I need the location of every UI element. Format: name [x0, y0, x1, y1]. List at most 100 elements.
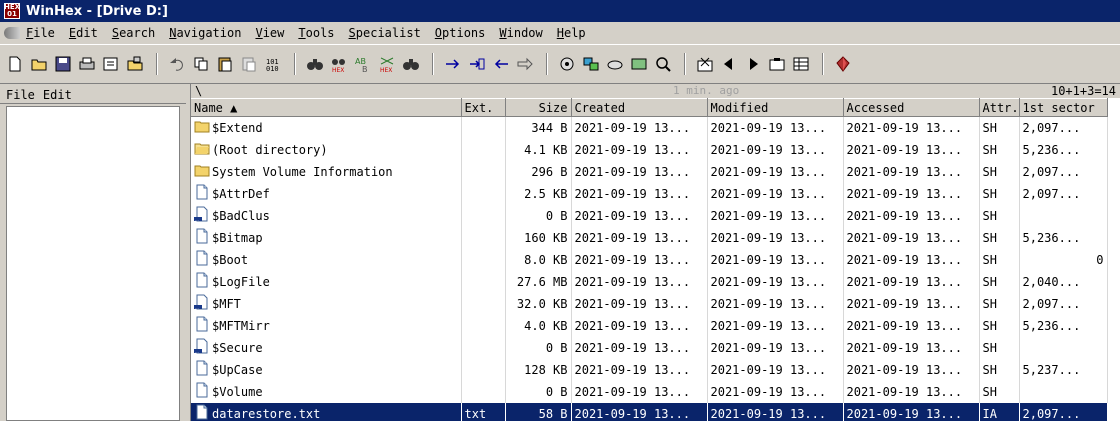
table-row[interactable]: ... $BadClus 0 B 2021-09-19 13... 2021-09-19… [191, 204, 1108, 227]
replace-hex-icon[interactable]: HEX [376, 53, 398, 75]
write-hex-icon[interactable]: 101 010 [262, 53, 284, 75]
menu-search[interactable]: Search [112, 26, 155, 40]
table-row[interactable]: datarestore.txt txt 58 B 2021-09-19 13... 20… [191, 402, 1108, 421]
paste-icon[interactable] [238, 53, 260, 75]
find-next-icon[interactable] [400, 53, 422, 75]
file-name-cell: $Boot [191, 248, 462, 271]
undo-icon[interactable] [166, 53, 188, 75]
analyze-icon[interactable] [694, 53, 716, 75]
help-gem-icon[interactable] [832, 53, 854, 75]
accessed-cell: 2021-09-19 13... [843, 182, 980, 205]
table-view-icon[interactable] [790, 53, 812, 75]
column-header-first-sector[interactable]: 1st sector [1019, 98, 1108, 117]
file-icon [194, 228, 212, 247]
table-row[interactable]: ... $Secure 0 B 2021-09-19 13... 2021-09-19 … [191, 336, 1108, 359]
menu-tools[interactable]: Tools [298, 26, 334, 40]
file-name-text: $Bitmap [212, 230, 263, 245]
goto-sector-icon[interactable] [466, 53, 488, 75]
calculator-icon[interactable] [628, 53, 650, 75]
file-name-text: datarestore.txt [212, 406, 321, 421]
column-header-created[interactable]: Created [571, 98, 708, 117]
column-header-attr[interactable]: Attr. [979, 98, 1020, 117]
attributes-cell: SH [979, 314, 1020, 337]
column-header-accessed[interactable]: Accessed [843, 98, 980, 117]
menu-file[interactable]: File [26, 26, 55, 40]
first-sector-cell: 5,236... [1019, 138, 1108, 161]
path-bar: \ 1 min. ago 10+1+3=14 [191, 84, 1120, 98]
menu-window[interactable]: Window [499, 26, 542, 40]
clipboard-icon[interactable] [214, 53, 236, 75]
find-hex-icon[interactable]: HEX [328, 53, 350, 75]
created-cell: 2021-09-19 13... [571, 182, 708, 205]
created-cell: 2021-09-19 13... [571, 380, 708, 403]
file-name-cell: $Bitmap [191, 226, 462, 249]
file-icon [194, 184, 212, 203]
accessed-cell: 2021-09-19 13... [843, 160, 980, 183]
file-name-cell: $LogFile [191, 270, 462, 293]
open-disk-icon[interactable] [124, 53, 146, 75]
file-name-text: (Root directory) [212, 142, 328, 157]
column-header-modified[interactable]: Modified [707, 98, 844, 117]
disk-tools-icon[interactable] [556, 53, 578, 75]
table-row[interactable]: $AttrDef 2.5 KB 2021-09-19 13... 2021-09-19… [191, 182, 1108, 205]
winhex-app-icon[interactable]: HEX 01 [4, 3, 20, 19]
menu-navigation[interactable]: Navigation [169, 26, 241, 40]
table-row[interactable]: System Volume Information 296 B 2021-09-19… [191, 160, 1108, 183]
table-row[interactable]: $Bitmap 160 KB 2021-09-19 13... 2021-09-19 … [191, 226, 1108, 249]
modified-cell: 2021-09-19 13... [707, 226, 844, 249]
magnifier-icon[interactable] [652, 53, 674, 75]
tree-menu-file[interactable]: File [6, 88, 35, 102]
directory-tree[interactable] [6, 106, 180, 421]
table-row[interactable]: $Volume 0 B 2021-09-19 13... 2021-09-19 13.… [191, 380, 1108, 403]
menu-options[interactable]: Options [435, 26, 486, 40]
find-text-icon[interactable] [304, 53, 326, 75]
svg-text:...: ... [195, 217, 199, 222]
file-name-cell: System Volume Information [191, 160, 462, 183]
clone-disk-icon[interactable] [580, 53, 602, 75]
copy-block-icon[interactable] [190, 53, 212, 75]
extension-cell [461, 182, 506, 205]
first-sector-cell: 2,040... [1019, 270, 1108, 293]
tree-menu-edit[interactable]: Edit [43, 88, 72, 102]
table-row[interactable]: $LogFile 27.6 MB 2021-09-19 13... 2021-09-1… [191, 270, 1108, 293]
snapshot-icon[interactable] [766, 53, 788, 75]
file-icon [194, 404, 212, 421]
open-folder-icon[interactable] [28, 53, 50, 75]
back-icon[interactable] [490, 53, 512, 75]
goto-offset-icon[interactable] [442, 53, 464, 75]
table-row[interactable]: ... $MFT 32.0 KB 2021-09-19 13... 2021-09-19… [191, 292, 1108, 315]
table-row[interactable]: $Boot 8.0 KB 2021-09-19 13... 2021-09-19 13… [191, 248, 1108, 271]
attributes-cell: SH [979, 292, 1020, 315]
table-row[interactable]: $MFTMirr 4.0 KB 2021-09-19 13... 2021-09-19… [191, 314, 1108, 337]
ram-editor-icon[interactable] [604, 53, 626, 75]
column-header-name[interactable]: Name ▲ [191, 98, 462, 117]
menu-view[interactable]: View [255, 26, 284, 40]
column-header-ext[interactable]: Ext. [461, 98, 506, 117]
accessed-cell: 2021-09-19 13... [843, 226, 980, 249]
column-header-size[interactable]: Size [505, 98, 572, 117]
replace-text-icon[interactable]: AB B [352, 53, 374, 75]
forward-icon[interactable] [514, 53, 536, 75]
file-name-wrapper: $MFTMirr [194, 316, 458, 335]
size-cell: 160 KB [505, 226, 572, 249]
previous-icon[interactable] [718, 53, 740, 75]
file-name-cell: datarestore.txt [191, 402, 462, 421]
next-icon[interactable] [742, 53, 764, 75]
toolbar-separator [294, 53, 296, 75]
save-icon[interactable] [52, 53, 74, 75]
file-name-text: $Extend [212, 120, 263, 135]
menu-edit[interactable]: Edit [69, 26, 98, 40]
table-row[interactable]: $Extend 344 B 2021-09-19 13... 2021-09-19 1… [191, 116, 1108, 139]
table-row[interactable]: (Root directory) 4.1 KB 2021-09-19 13... 20… [191, 138, 1108, 161]
new-file-icon[interactable] [4, 53, 26, 75]
properties-icon[interactable] [100, 53, 122, 75]
attributes-cell: SH [979, 116, 1020, 139]
first-sector-cell: 2,097... [1019, 182, 1108, 205]
first-sector-cell: 5,237... [1019, 358, 1108, 381]
menu-help[interactable]: Help [557, 26, 586, 40]
directory-tree-pane: File Edit [0, 84, 186, 421]
menu-specialist[interactable]: Specialist [349, 26, 421, 40]
print-icon[interactable] [76, 53, 98, 75]
table-row[interactable]: $UpCase 128 KB 2021-09-19 13... 2021-09-19 … [191, 358, 1108, 381]
file-name-text: $Secure [212, 340, 263, 355]
